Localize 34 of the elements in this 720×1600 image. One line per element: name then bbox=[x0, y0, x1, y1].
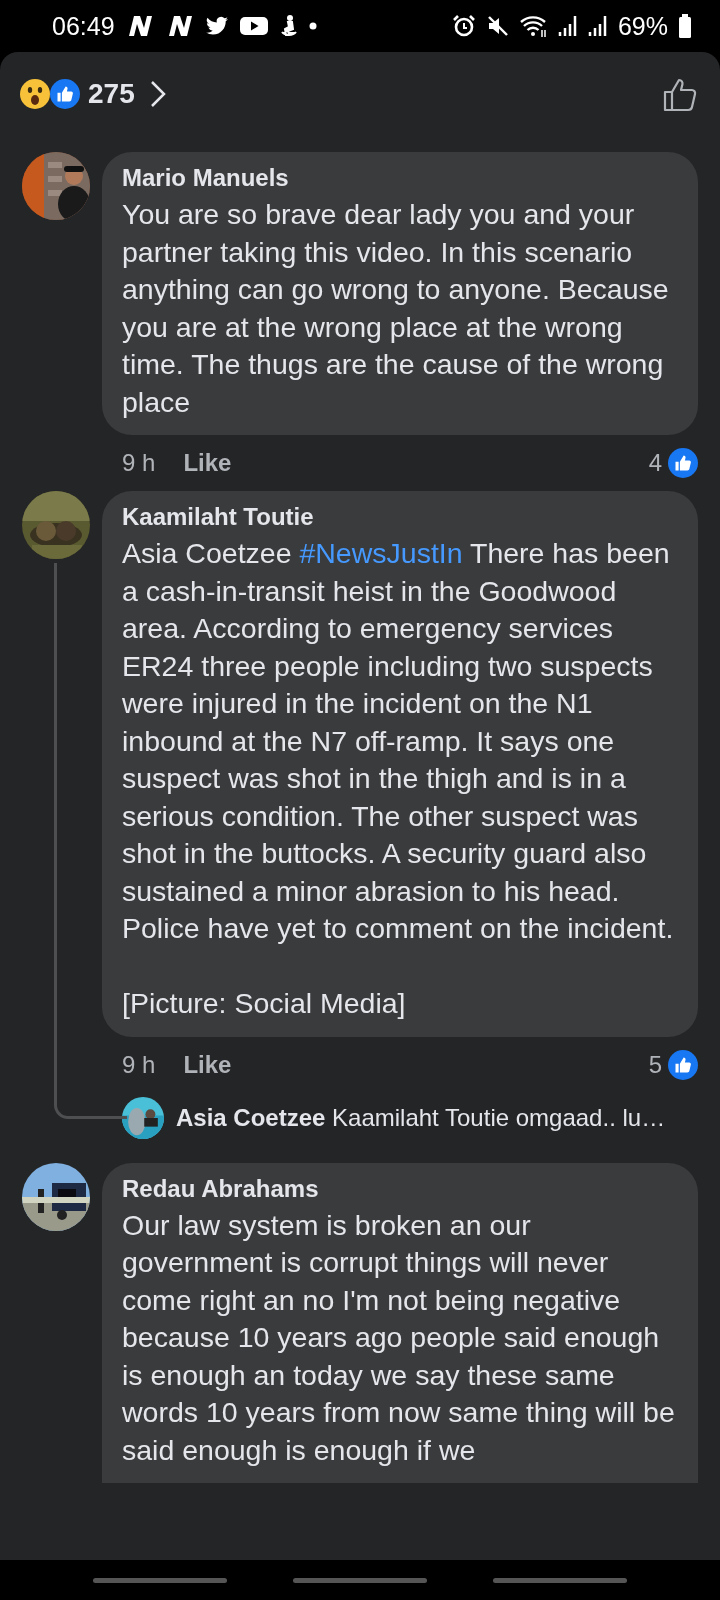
nav-bar-handle[interactable] bbox=[493, 1577, 627, 1583]
bird-icon bbox=[204, 14, 229, 38]
like-link[interactable]: Like bbox=[183, 449, 232, 477]
wow-emoji-icon bbox=[20, 79, 50, 109]
like-count: 4 bbox=[648, 449, 662, 477]
reply-preview[interactable]: Asia Coetzee Kaamilaht Toutie omgaad.. lu… bbox=[176, 1103, 666, 1132]
clock-time: 06:49 bbox=[52, 11, 115, 41]
wifi-icon bbox=[519, 14, 548, 38]
author-name[interactable]: Redau Abrahams bbox=[122, 1174, 319, 1203]
comment-text: Asia Coetzee #NewsJustIn There has been a cash-in-transit heist in the Goodwood area. According to emergency services ER24 three people including two suspects were injured in the incident on the N1 inbound at the N7 off-ramp. It says one suspect was shot in the thigh and is in a serious condition. The other suspect was shot in the buttocks. A security guard also sustained a minor abrasion to his head. Police have yet to comment on the incident. [Picture: Social Media] bbox=[122, 536, 675, 1021]
play-icon bbox=[238, 14, 269, 38]
battery-icon bbox=[678, 14, 692, 38]
nav-bar-handle[interactable] bbox=[293, 1577, 427, 1583]
comment-text: You are so brave dear lady you and your partner taking this video. In this scenario anything can go wrong to anyone. Because you are at the wrong place at the wrong time. The thugs are the cause of the wrong place bbox=[122, 197, 670, 420]
mute-icon bbox=[485, 14, 510, 38]
alarm-icon bbox=[451, 14, 476, 38]
hashtag-link[interactable]: #NewsJustIn bbox=[299, 537, 463, 569]
comment-time: 9 h bbox=[122, 1050, 156, 1079]
like-count: 5 bbox=[648, 1050, 662, 1079]
comment-text: Our law system is broken an our government is corrupt things will never come right an no I'm not being negative because 10 years ago people said enough is enough an today we say these same words 10 years from now same thing will be said enough is enough if we bbox=[122, 1207, 676, 1468]
like-icon bbox=[50, 79, 80, 109]
battery-level: 69% bbox=[617, 11, 668, 41]
chevron-right-icon[interactable] bbox=[148, 79, 167, 109]
signal-icon bbox=[587, 14, 608, 38]
like-icon bbox=[668, 448, 698, 478]
signal-icon bbox=[557, 14, 578, 38]
like-link[interactable]: Like bbox=[183, 1050, 232, 1079]
like-icon bbox=[668, 1049, 698, 1080]
dot-icon bbox=[308, 22, 317, 30]
author-name[interactable]: Mario Manuels bbox=[122, 164, 289, 192]
reaction-count[interactable]: 275 bbox=[88, 78, 135, 110]
nav-bar-handle[interactable] bbox=[93, 1577, 227, 1583]
author-name[interactable]: Kaamilaht Toutie bbox=[122, 503, 314, 531]
comment-time: 9 h bbox=[122, 449, 156, 477]
